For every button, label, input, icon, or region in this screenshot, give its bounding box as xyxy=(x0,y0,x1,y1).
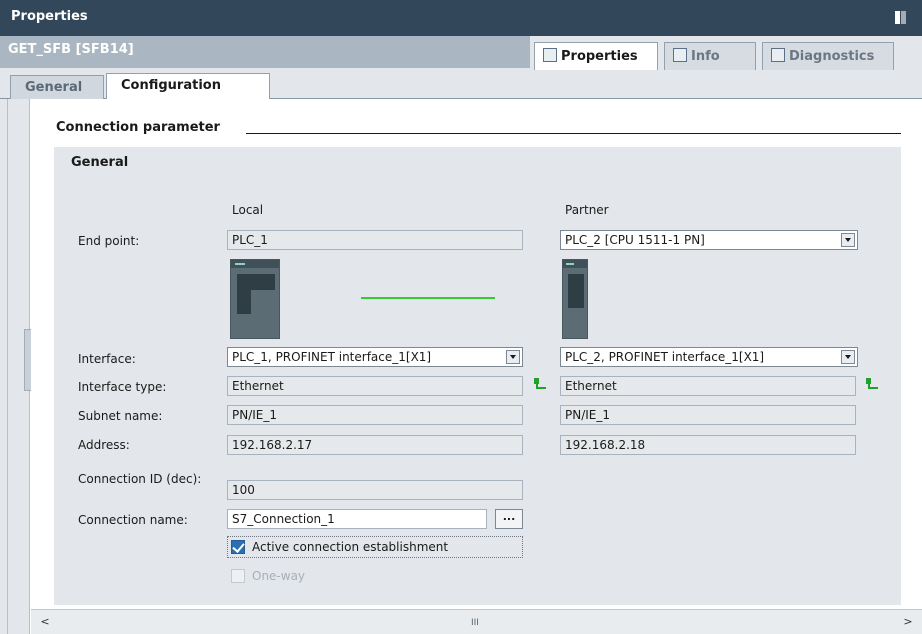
interface-label: Interface: xyxy=(78,352,136,366)
pin-icon[interactable] xyxy=(895,11,906,24)
partner-end-point-select[interactable]: PLC_2 [CPU 1511-1 PN] xyxy=(560,230,858,250)
interface-type-label: Interface type: xyxy=(78,380,167,394)
local-interface-type-field: Ethernet xyxy=(227,376,523,396)
tab-properties-label: Properties xyxy=(561,49,638,64)
partner-cpu-image xyxy=(562,259,588,339)
partner-subnet-name-field: PN/IE_1 xyxy=(560,405,856,425)
properties-icon xyxy=(543,48,557,62)
dropdown-arrow-icon[interactable] xyxy=(506,350,520,364)
scroll-grip: III xyxy=(471,618,479,628)
ethernet-network-icon xyxy=(865,378,879,392)
partner-interface-select[interactable]: PLC_2, PROFINET interface_1[X1] xyxy=(560,347,858,367)
general-group: General Local Partner End point: PLC_1 P… xyxy=(54,147,901,605)
diagnostics-icon xyxy=(771,48,785,62)
active-connection-label[interactable]: Active connection establishment xyxy=(252,540,448,554)
connection-id-field[interactable]: 100 xyxy=(227,480,523,500)
browse-connection-button[interactable]: ... xyxy=(495,509,523,529)
tab-info[interactable]: Info xyxy=(664,42,756,70)
horizontal-scrollbar[interactable]: < III > xyxy=(31,609,922,634)
connection-link-line xyxy=(361,297,495,299)
partner-interface-value: PLC_2, PROFINET interface_1[X1] xyxy=(565,350,765,364)
tab-general-label: General xyxy=(25,80,83,95)
subnet-name-label: Subnet name: xyxy=(78,409,163,423)
configuration-content: Connection parameter General Local Partn… xyxy=(31,99,922,609)
dropdown-arrow-icon[interactable] xyxy=(841,233,855,247)
address-label: Address: xyxy=(78,438,130,452)
object-header: GET_SFB [SFB14] Properties Info Diagnost… xyxy=(0,36,922,72)
window-title: Properties xyxy=(11,9,88,24)
local-subnet-name-field: PN/IE_1 xyxy=(227,405,523,425)
tab-diagnostics-label: Diagnostics xyxy=(789,49,875,64)
navigation-strip xyxy=(0,99,32,634)
partner-header: Partner xyxy=(565,203,609,217)
connection-id-label: Connection ID (dec): xyxy=(78,472,202,486)
local-interface-value: PLC_1, PROFINET interface_1[X1] xyxy=(232,350,432,364)
sub-tab-bar: General Configuration xyxy=(0,70,922,100)
tab-general[interactable]: General xyxy=(10,75,104,99)
active-connection-checkbox[interactable] xyxy=(231,540,245,554)
one-way-label: One-way xyxy=(252,569,306,583)
partner-address-field: 192.168.2.18 xyxy=(560,435,856,455)
partner-interface-type-field: Ethernet xyxy=(560,376,856,396)
tab-info-label: Info xyxy=(691,49,720,64)
connection-name-input[interactable]: S7_Connection_1 xyxy=(227,509,487,529)
tab-properties[interactable]: Properties xyxy=(534,42,658,72)
dropdown-arrow-icon[interactable] xyxy=(841,350,855,364)
local-interface-select[interactable]: PLC_1, PROFINET interface_1[X1] xyxy=(227,347,523,367)
section-title: Connection parameter xyxy=(56,120,220,135)
scroll-left-button[interactable]: < xyxy=(37,614,53,630)
tab-configuration-label: Configuration xyxy=(121,78,221,93)
object-title: GET_SFB [SFB14] xyxy=(0,36,530,68)
tab-configuration[interactable]: Configuration xyxy=(106,73,270,100)
connection-name-label: Connection name: xyxy=(78,513,188,527)
end-point-label: End point: xyxy=(78,234,140,248)
tab-diagnostics[interactable]: Diagnostics xyxy=(762,42,894,70)
partner-end-point-value: PLC_2 [CPU 1511-1 PN] xyxy=(565,233,705,247)
group-title: General xyxy=(71,155,129,170)
properties-titlebar: Properties xyxy=(0,0,922,36)
local-cpu-image xyxy=(230,259,280,339)
section-divider xyxy=(246,133,901,134)
local-address-field: 192.168.2.17 xyxy=(227,435,523,455)
one-way-checkbox[interactable] xyxy=(231,569,245,583)
local-end-point-field: PLC_1 xyxy=(227,230,523,250)
local-header: Local xyxy=(232,203,264,217)
ethernet-network-icon xyxy=(533,378,547,392)
info-icon xyxy=(673,48,687,62)
scroll-right-button[interactable]: > xyxy=(900,614,916,630)
